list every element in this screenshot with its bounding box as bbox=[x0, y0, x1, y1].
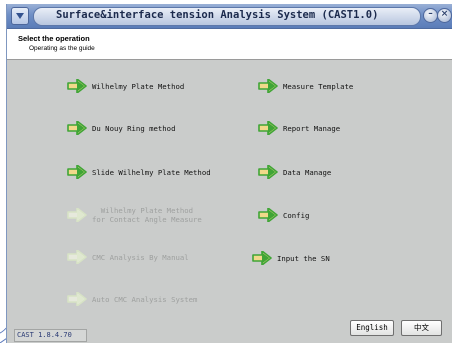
menu-label: Auto CMC Analysis System bbox=[92, 294, 198, 304]
menu-label: Config bbox=[283, 210, 310, 220]
menu-label: Wilhelmy Plate Method for Contact Angle … bbox=[92, 206, 202, 224]
menu-label: Measure Template bbox=[283, 81, 354, 91]
green-right-arrow-icon bbox=[258, 79, 278, 93]
page-title: Select the operation bbox=[18, 34, 90, 43]
green-right-arrow-icon bbox=[67, 79, 87, 93]
green-right-arrow-icon bbox=[67, 165, 87, 179]
green-right-arrow-icon bbox=[67, 292, 87, 306]
menu-cmc-analysis-manual[interactable]: CMC Analysis By Manual bbox=[67, 247, 189, 267]
green-right-arrow-icon bbox=[67, 250, 87, 264]
green-right-arrow-icon bbox=[67, 208, 87, 222]
green-right-arrow-icon bbox=[258, 121, 278, 135]
menu-report-manage[interactable]: Report Manage bbox=[258, 118, 340, 138]
chinese-button[interactable]: 中文 bbox=[401, 320, 442, 336]
page-header: Select the operation Operating as the gu… bbox=[7, 29, 452, 60]
english-button[interactable]: English bbox=[350, 320, 394, 336]
title-bar[interactable]: Surface&interface tension Analysis Syste… bbox=[7, 4, 452, 29]
menu-du-nouy-ring[interactable]: Du Nouy Ring method bbox=[67, 118, 175, 138]
menu-label: Slide Wilhelmy Plate Method bbox=[92, 167, 211, 177]
version-field: CAST 1.8.4.70 bbox=[14, 329, 87, 342]
close-icon: × bbox=[440, 9, 449, 19]
menu-contact-angle-measure[interactable]: Wilhelmy Plate Method for Contact Angle … bbox=[67, 204, 202, 226]
menu-label: Wilhelmy Plate Method bbox=[92, 81, 185, 91]
menu-input-sn[interactable]: Input the SN bbox=[252, 248, 330, 268]
title-pill: Surface&interface tension Analysis Syste… bbox=[33, 7, 421, 26]
close-button[interactable]: × bbox=[437, 8, 452, 23]
minimize-icon: – bbox=[428, 9, 433, 19]
menu-label: CMC Analysis By Manual bbox=[92, 252, 189, 262]
green-right-arrow-icon bbox=[258, 165, 278, 179]
window-title: Surface&interface tension Analysis Syste… bbox=[56, 9, 379, 21]
app-menu-icon[interactable] bbox=[11, 7, 29, 25]
page-subtitle: Operating as the guide bbox=[29, 45, 95, 52]
menu-label: Input the SN bbox=[277, 253, 330, 263]
green-right-arrow-icon bbox=[67, 121, 87, 135]
menu-label: Report Manage bbox=[283, 123, 341, 133]
menu-wilhelmy-plate[interactable]: Wilhelmy Plate Method bbox=[67, 76, 184, 96]
green-right-arrow-icon bbox=[252, 251, 272, 265]
minimize-button[interactable]: – bbox=[423, 8, 438, 23]
menu-auto-cmc-analysis[interactable]: Auto CMC Analysis System bbox=[67, 289, 197, 309]
menu-measure-template[interactable]: Measure Template bbox=[258, 76, 353, 96]
menu-label: Data Manage bbox=[283, 167, 332, 177]
menu-config[interactable]: Config bbox=[258, 205, 309, 225]
menu-slide-wilhelmy-plate[interactable]: Slide Wilhelmy Plate Method bbox=[67, 162, 211, 182]
green-right-arrow-icon bbox=[258, 208, 278, 222]
menu-label: Du Nouy Ring method bbox=[92, 123, 176, 133]
menu-data-manage[interactable]: Data Manage bbox=[258, 162, 331, 182]
